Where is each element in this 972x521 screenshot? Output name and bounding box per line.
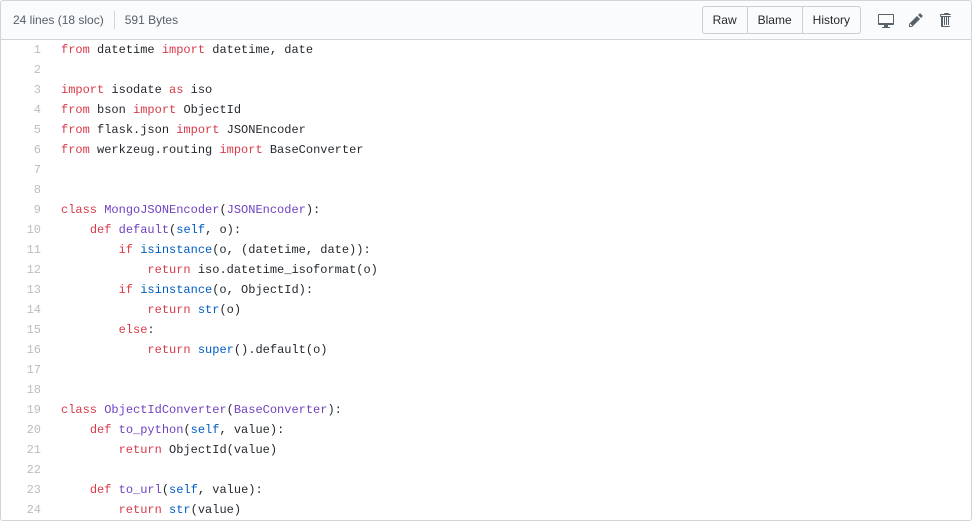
code-line: 1from datetime import datetime, date	[1, 40, 971, 60]
code-line: 9class MongoJSONEncoder(JSONEncoder):	[1, 200, 971, 220]
code-line: 10 def default(self, o):	[1, 220, 971, 240]
line-number[interactable]: 24	[1, 500, 51, 520]
line-number[interactable]: 6	[1, 140, 51, 160]
line-number[interactable]: 21	[1, 440, 51, 460]
line-content	[51, 460, 971, 480]
file-actions: Raw Blame History	[702, 6, 959, 34]
line-number[interactable]: 7	[1, 160, 51, 180]
code-line: 24 return str(value)	[1, 500, 971, 520]
code-line: 19class ObjectIdConverter(BaseConverter)…	[1, 400, 971, 420]
line-number[interactable]: 8	[1, 180, 51, 200]
line-number[interactable]: 5	[1, 120, 51, 140]
file-size-label: 591 Bytes	[125, 13, 178, 27]
line-number[interactable]: 2	[1, 60, 51, 80]
line-content: def to_url(self, value):	[51, 480, 971, 500]
code-line: 18	[1, 380, 971, 400]
line-content: if isinstance(o, ObjectId):	[51, 280, 971, 300]
lines-sloc-label: 24 lines (18 sloc)	[13, 13, 104, 27]
line-content: return str(value)	[51, 500, 971, 520]
history-button[interactable]: History	[803, 6, 861, 34]
line-number[interactable]: 1	[1, 40, 51, 60]
line-content	[51, 160, 971, 180]
line-content: from werkzeug.routing import BaseConvert…	[51, 140, 971, 160]
line-content	[51, 360, 971, 380]
line-number[interactable]: 9	[1, 200, 51, 220]
code-line: 23 def to_url(self, value):	[1, 480, 971, 500]
line-content: from flask.json import JSONEncoder	[51, 120, 971, 140]
line-content: if isinstance(o, (datetime, date)):	[51, 240, 971, 260]
code-line: 2	[1, 60, 971, 80]
line-content: def to_python(self, value):	[51, 420, 971, 440]
info-divider	[114, 11, 115, 29]
trash-icon[interactable]	[933, 7, 959, 33]
line-number[interactable]: 12	[1, 260, 51, 280]
line-number[interactable]: 11	[1, 240, 51, 260]
code-line: 13 if isinstance(o, ObjectId):	[1, 280, 971, 300]
line-content: return ObjectId(value)	[51, 440, 971, 460]
code-line: 17	[1, 360, 971, 380]
file-header: 24 lines (18 sloc) 591 Bytes Raw Blame H…	[0, 0, 972, 40]
line-content: from bson import ObjectId	[51, 100, 971, 120]
line-content	[51, 380, 971, 400]
button-group: Raw Blame History	[702, 6, 861, 34]
line-number[interactable]: 4	[1, 100, 51, 120]
desktop-icon[interactable]	[873, 7, 899, 33]
code-line: 22	[1, 460, 971, 480]
line-number[interactable]: 22	[1, 460, 51, 480]
file-info: 24 lines (18 sloc) 591 Bytes	[13, 11, 178, 29]
code-line: 21 return ObjectId(value)	[1, 440, 971, 460]
line-number[interactable]: 18	[1, 380, 51, 400]
code-line: 4from bson import ObjectId	[1, 100, 971, 120]
line-number[interactable]: 3	[1, 80, 51, 100]
line-number[interactable]: 23	[1, 480, 51, 500]
code-line: 8	[1, 180, 971, 200]
line-content: import isodate as iso	[51, 80, 971, 100]
line-content: class ObjectIdConverter(BaseConverter):	[51, 400, 971, 420]
code-line: 16 return super().default(o)	[1, 340, 971, 360]
line-number[interactable]: 19	[1, 400, 51, 420]
line-content: class MongoJSONEncoder(JSONEncoder):	[51, 200, 971, 220]
code-line: 7	[1, 160, 971, 180]
line-content	[51, 60, 971, 80]
code-table: 1from datetime import datetime, date2 3i…	[1, 40, 971, 520]
line-content: return iso.datetime_isoformat(o)	[51, 260, 971, 280]
line-content	[51, 180, 971, 200]
line-content: from datetime import datetime, date	[51, 40, 971, 60]
line-number[interactable]: 13	[1, 280, 51, 300]
code-line: 20 def to_python(self, value):	[1, 420, 971, 440]
code-line: 12 return iso.datetime_isoformat(o)	[1, 260, 971, 280]
line-number[interactable]: 14	[1, 300, 51, 320]
code-line: 3import isodate as iso	[1, 80, 971, 100]
line-number[interactable]: 15	[1, 320, 51, 340]
line-number[interactable]: 20	[1, 420, 51, 440]
code-line: 11 if isinstance(o, (datetime, date)):	[1, 240, 971, 260]
raw-button[interactable]: Raw	[702, 6, 748, 34]
pencil-icon[interactable]	[903, 7, 929, 33]
code-line: 14 return str(o)	[1, 300, 971, 320]
code-block: 1from datetime import datetime, date2 3i…	[0, 40, 972, 521]
line-content: def default(self, o):	[51, 220, 971, 240]
blame-button[interactable]: Blame	[748, 6, 803, 34]
code-line: 6from werkzeug.routing import BaseConver…	[1, 140, 971, 160]
line-content: else:	[51, 320, 971, 340]
line-number[interactable]: 16	[1, 340, 51, 360]
code-line: 15 else:	[1, 320, 971, 340]
line-number[interactable]: 10	[1, 220, 51, 240]
line-content: return str(o)	[51, 300, 971, 320]
line-number[interactable]: 17	[1, 360, 51, 380]
code-line: 5from flask.json import JSONEncoder	[1, 120, 971, 140]
line-content: return super().default(o)	[51, 340, 971, 360]
